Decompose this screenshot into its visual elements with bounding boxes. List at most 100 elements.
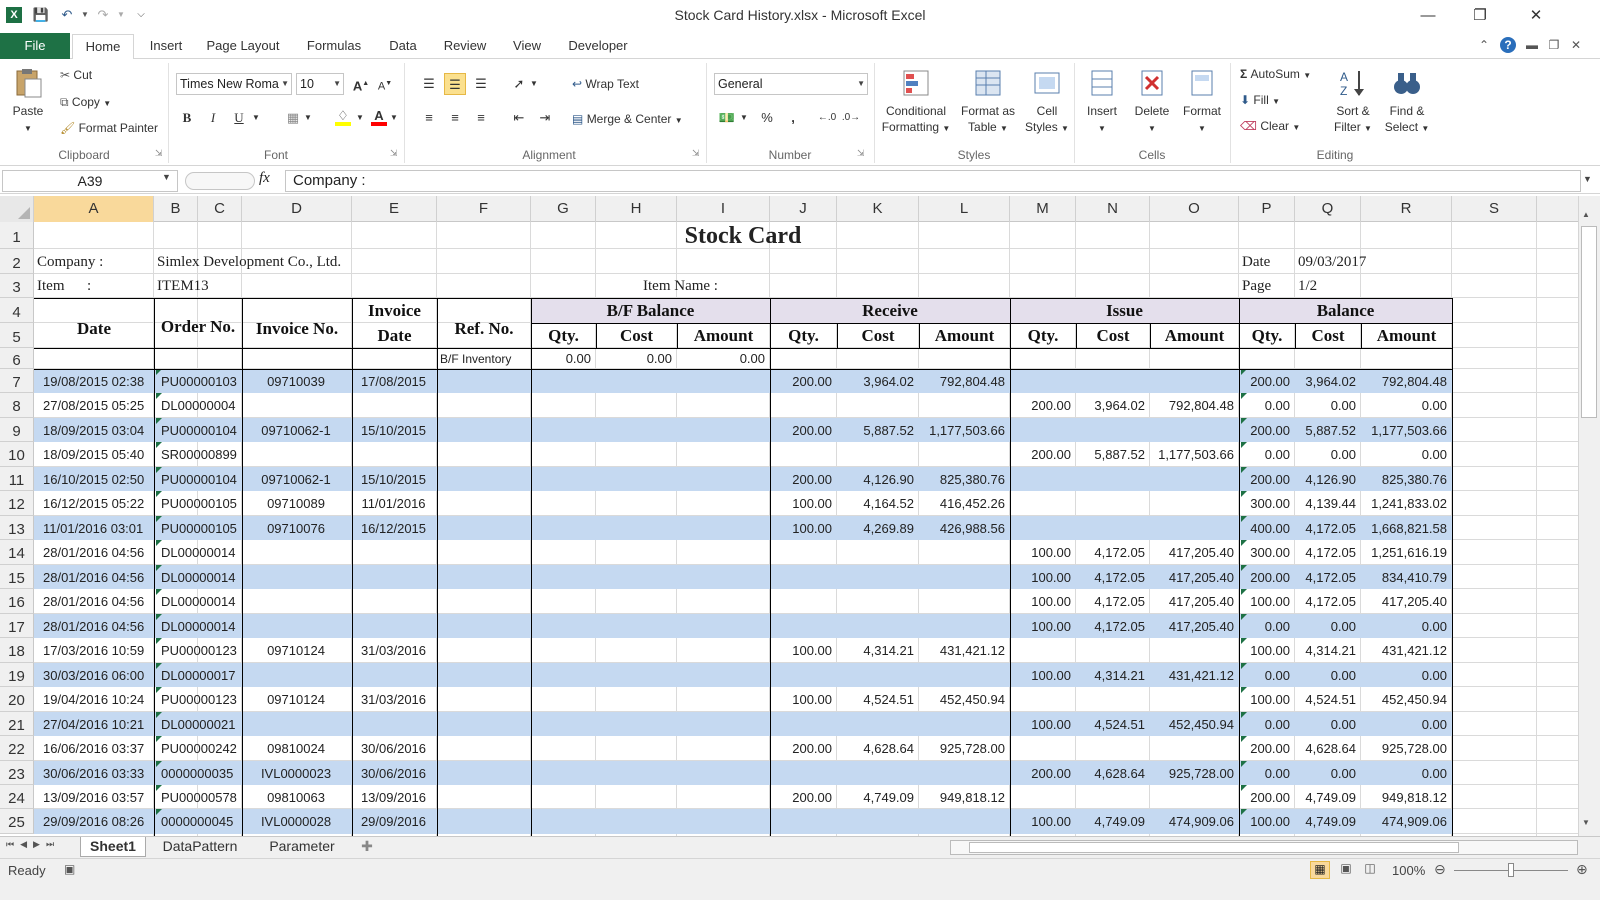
sheet-title[interactable]: Stock Card <box>34 222 1452 249</box>
cell-iq[interactable]: 100.00 <box>1010 712 1074 736</box>
cell-ic[interactable]: 4,172.05 <box>1076 540 1148 564</box>
row-header[interactable]: 4 <box>0 298 34 323</box>
page-value[interactable]: 1/2 <box>1295 274 1445 298</box>
cell-ra[interactable]: 416,452.26 <box>919 491 1008 515</box>
insert-cells-button[interactable]: Insert ▼ <box>1078 67 1126 137</box>
borders-dropdown-icon[interactable]: ▼ <box>302 107 314 129</box>
cell-inv[interactable]: IVL0000023 <box>242 761 350 785</box>
cell-invdate[interactable]: 30/06/2016 <box>352 761 435 785</box>
format-cells-button[interactable]: Format ▼ <box>1178 67 1226 137</box>
cell-inv[interactable] <box>242 589 350 613</box>
cell-ia[interactable]: 431,421.12 <box>1150 663 1237 687</box>
cell-bc[interactable]: 4,172.05 <box>1295 540 1359 564</box>
row-header[interactable]: 7 <box>0 369 34 394</box>
cell-iq[interactable] <box>1010 369 1074 393</box>
cell-rc[interactable] <box>837 614 917 638</box>
font-dialog-launcher-icon[interactable]: ⇲ <box>390 148 398 159</box>
row-header[interactable]: 13 <box>0 515 34 541</box>
cell-bc[interactable]: 4,628.64 <box>1295 736 1359 760</box>
cell-rq[interactable] <box>770 393 835 417</box>
sheet-nav-icons[interactable]: ⏮◀▶⏭ <box>6 839 60 850</box>
horizontal-scroll-thumb[interactable] <box>969 842 1459 853</box>
cell-rq[interactable] <box>770 809 835 833</box>
cell-ba[interactable]: 0.00 <box>1361 712 1450 736</box>
cell-iq[interactable]: 100.00 <box>1010 540 1074 564</box>
autosum-button[interactable]: Σ AutoSum ▼ <box>1240 67 1311 81</box>
cell-ba[interactable]: 834,410.79 <box>1361 565 1450 589</box>
number-format-combo[interactable]: General ▼ <box>714 73 868 95</box>
cell-bc[interactable]: 4,749.09 <box>1295 785 1359 809</box>
cell-order[interactable]: PU00000123 <box>158 687 244 711</box>
cell-date[interactable]: 17/03/2016 10:59 <box>40 638 158 662</box>
cell-ic[interactable] <box>1076 467 1148 491</box>
format-painter-button[interactable]: 🖌 Format Painter <box>60 121 158 135</box>
cell-inv[interactable]: 09710062-1 <box>242 418 350 442</box>
cell-bc[interactable]: 0.00 <box>1295 663 1359 687</box>
cell-order[interactable]: PU00000242 <box>158 736 244 760</box>
normal-view-icon[interactable]: ▦ <box>1310 861 1330 879</box>
cell-ic[interactable]: 5,887.52 <box>1076 442 1148 466</box>
cell-ra[interactable]: 431,421.12 <box>919 638 1008 662</box>
cell-ia[interactable] <box>1150 736 1237 760</box>
customize-qat-icon[interactable]: ⌵ <box>132 6 150 24</box>
cell-ra[interactable]: 426,988.56 <box>919 516 1008 540</box>
cell-rc[interactable]: 4,628.64 <box>837 736 917 760</box>
cell-ia[interactable] <box>1150 369 1237 393</box>
font-color-dropdown-icon[interactable]: ▼ <box>388 107 400 129</box>
cell-order[interactable]: PU00000103 <box>158 369 244 393</box>
company-label[interactable]: Company : <box>34 249 154 274</box>
cell-ba[interactable]: 792,804.48 <box>1361 369 1450 393</box>
cell-bc[interactable]: 5,887.52 <box>1295 418 1359 442</box>
cell-bq[interactable]: 300.00 <box>1239 540 1293 564</box>
cell-bc[interactable]: 0.00 <box>1295 761 1359 785</box>
column-header[interactable]: L <box>919 196 1010 222</box>
alignment-dialog-launcher-icon[interactable]: ⇲ <box>692 148 700 159</box>
cell-ia[interactable] <box>1150 418 1237 442</box>
cell-ba[interactable]: 0.00 <box>1361 663 1450 687</box>
cell-ba[interactable]: 825,380.76 <box>1361 467 1450 491</box>
bf-inventory-label[interactable]: B/F Inventory <box>437 348 531 369</box>
cell-date[interactable]: 11/01/2016 03:01 <box>40 516 158 540</box>
cell-order[interactable]: DL00000017 <box>158 663 244 687</box>
zoom-out-icon[interactable]: ⊖ <box>1434 861 1446 878</box>
conditional-formatting-button[interactable]: Conditional Formatting ▼ <box>878 67 954 137</box>
zoom-in-icon[interactable]: ⊕ <box>1576 861 1588 878</box>
cell-invdate[interactable]: 11/01/2016 <box>352 491 435 515</box>
column-header[interactable]: B <box>154 196 198 222</box>
cell-inv[interactable]: IVL0000028 <box>242 809 350 833</box>
tab-page-layout[interactable]: Page Layout <box>200 34 286 60</box>
row-header[interactable]: 23 <box>0 760 34 785</box>
cell-order[interactable]: DL00000014 <box>158 540 244 564</box>
cell-ra[interactable] <box>919 614 1008 638</box>
cell-bc[interactable]: 0.00 <box>1295 393 1359 417</box>
bf-amount[interactable]: 0.00 <box>677 348 768 369</box>
font-name-combo[interactable]: Times New Roma ▼ <box>176 73 292 95</box>
cell-bq[interactable]: 200.00 <box>1239 467 1293 491</box>
cell-ba[interactable]: 1,251,616.19 <box>1361 540 1450 564</box>
delete-cells-button[interactable]: Delete ▼ <box>1128 67 1176 137</box>
cell-ic[interactable] <box>1076 687 1148 711</box>
cell-inv[interactable]: 09710076 <box>242 516 350 540</box>
cell-inv[interactable] <box>242 614 350 638</box>
cell-bq[interactable]: 200.00 <box>1239 418 1293 442</box>
cell-iq[interactable] <box>1010 516 1074 540</box>
bold-button[interactable]: B <box>176 107 198 129</box>
cell-ic[interactable]: 4,749.09 <box>1076 809 1148 833</box>
cell-iq[interactable]: 200.00 <box>1010 761 1074 785</box>
cell-ba[interactable]: 0.00 <box>1361 614 1450 638</box>
cell-bq[interactable]: 200.00 <box>1239 785 1293 809</box>
increase-indent-icon[interactable]: ⇥ <box>534 107 556 129</box>
cell-ia[interactable]: 417,205.40 <box>1150 614 1237 638</box>
cell-rc[interactable] <box>837 540 917 564</box>
cell-ic[interactable]: 4,524.51 <box>1076 712 1148 736</box>
expand-formula-bar-icon[interactable]: ▼ <box>1583 174 1592 184</box>
cell-bq[interactable]: 0.00 <box>1239 442 1293 466</box>
cell-rc[interactable] <box>837 712 917 736</box>
cell-order[interactable]: SR00000899 <box>158 442 244 466</box>
vertical-scroll-thumb[interactable] <box>1581 226 1597 418</box>
cell-bc[interactable]: 0.00 <box>1295 442 1359 466</box>
align-right-icon[interactable]: ≡ <box>470 107 492 129</box>
cell-date[interactable]: 18/09/2015 03:04 <box>40 418 158 442</box>
cell-rc[interactable]: 4,269.89 <box>837 516 917 540</box>
cell-date[interactable]: 29/09/2016 08:26 <box>40 809 158 833</box>
